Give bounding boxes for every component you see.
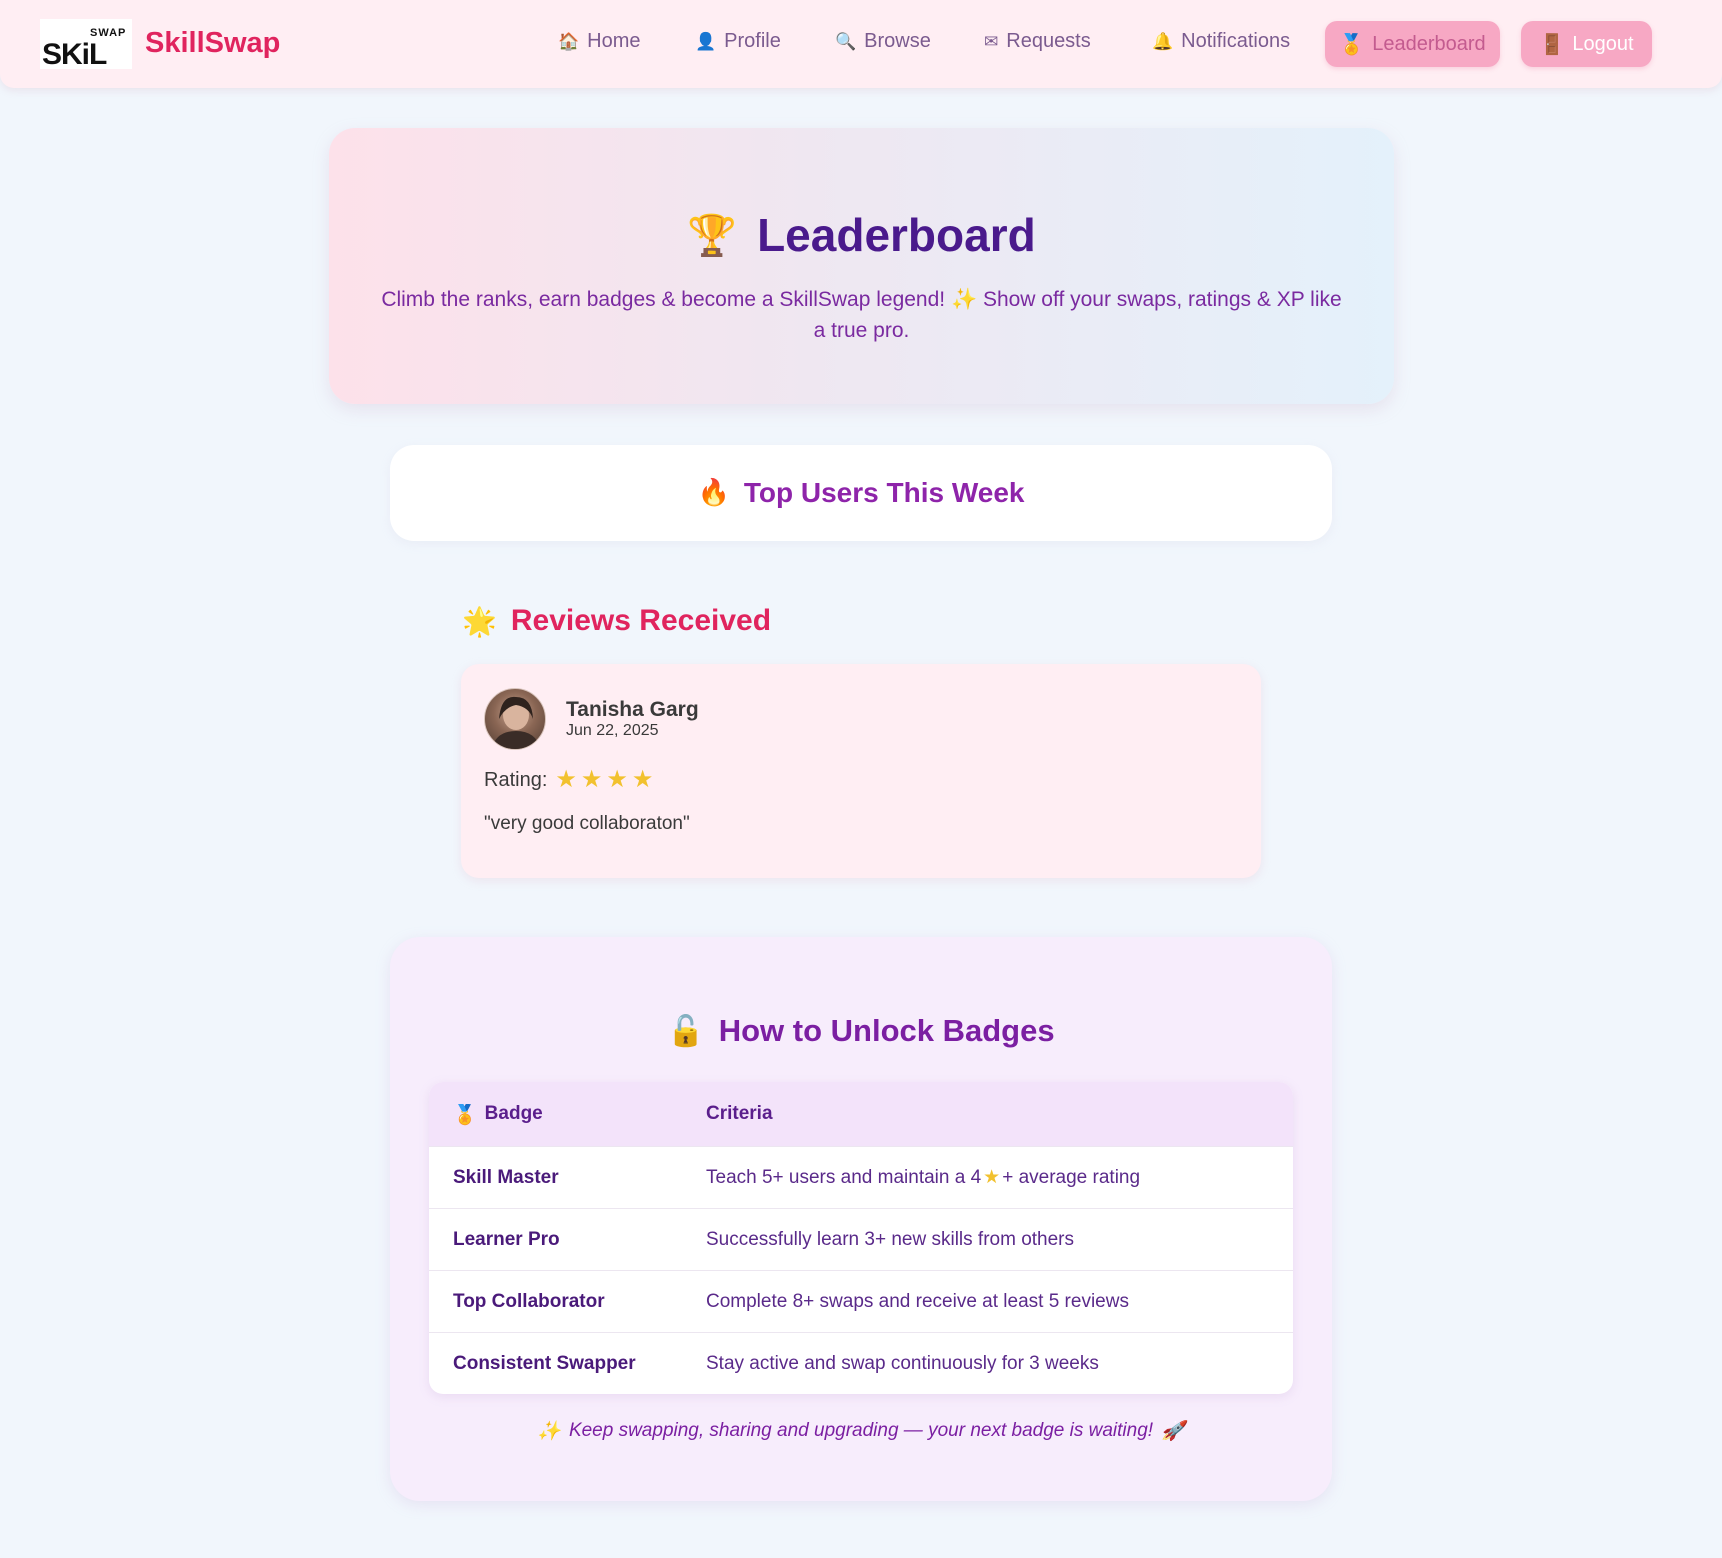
review-text: "very good collaboraton" [484,813,690,834]
hero-section: 🏆 Leaderboard Climb the ranks, earn badg… [329,128,1394,404]
reviews-heading-text: Reviews Received [510,604,772,637]
unlock-icon: 🔓 [667,1013,705,1049]
logo[interactable]: SWAP SKiL [40,19,132,69]
page-title-text: Leaderboard [757,209,1036,261]
envelope-icon: ✉ [984,31,999,52]
medal-icon: 🏅 [1339,32,1365,56]
star-icon: ★ [606,766,628,793]
badges-heading-text: How to Unlock Badges [718,1013,1055,1048]
trophy-icon: 🏆 [687,212,738,259]
sparkle-sun-icon: 🌟 [462,604,497,638]
hero-subtitle: Climb the ranks, earn badges & become a … [381,288,1342,342]
table-row: Consistent Swapper Stay active and swap … [429,1332,1293,1394]
nav-leaderboard-label: Leaderboard [1372,32,1486,55]
top-users-card: 🔥 Top Users This Week [390,445,1332,541]
avatar [484,688,546,750]
star-icon: ★ [631,766,654,793]
review-card: Tanisha Garg Jun 22, 2025 Rating: ★ ★ ★ ★ "… [461,664,1261,878]
nav-home[interactable]: 🏠 Home [558,30,641,53]
nav-notifications[interactable]: 🔔 Notifications [1152,30,1290,53]
page-title: 🏆 Leaderboard [329,208,1394,262]
badge-criteria: Complete 8+ swaps and receive at least 5… [706,1290,1129,1312]
nav-leaderboard-button[interactable]: 🏅 Leaderboard [1325,21,1500,67]
top-users-title: Top Users This Week [743,477,1025,508]
badge-name: Top Collaborator [453,1290,605,1312]
table-header: 🏅 Badge Criteria [429,1082,1293,1146]
rating: Rating: ★ ★ ★ ★ [484,768,653,792]
house-icon: 🏠 [558,31,580,52]
sparkles-icon: ✨ [537,1420,561,1442]
nav-requests[interactable]: ✉ Requests [984,30,1091,53]
logout-button[interactable]: 🚪 Logout [1521,21,1652,67]
badge-name: Skill Master [453,1166,559,1188]
logout-label: Logout [1572,32,1634,55]
svg-text:SKiL: SKiL [42,38,107,69]
badge-name: Consistent Swapper [453,1352,636,1374]
badge-criteria: Stay active and swap continuously for 3 … [706,1352,1099,1374]
column-header-criteria: Criteria [706,1103,773,1124]
badge-name: Learner Pro [453,1228,560,1250]
badge-criteria: Teach 5+ users and maintain a 4 ★ + aver… [706,1166,1293,1189]
table-row: Top Collaborator Complete 8+ swaps and r… [429,1270,1293,1332]
badges-heading: 🔓 How to Unlock Badges [390,1013,1332,1049]
reviews-heading: 🌟 Reviews Received [462,604,771,638]
rating-stars: ★ ★ ★ ★ [555,768,653,792]
nav-profile-label: Profile [724,30,781,52]
badges-footer-note: ✨ Keep swapping, sharing and upgrading —… [390,1419,1332,1443]
badge-criteria: Successfully learn 3+ new skills from ot… [706,1228,1075,1250]
medal-icon: 🏅 [453,1103,477,1126]
nav-notifications-label: Notifications [1181,30,1291,52]
review-date: Jun 22, 2025 [566,722,659,739]
column-header-badge-label: Badge [484,1103,543,1124]
star-icon: ★ [555,766,577,793]
navbar: SWAP SKiL SkillSwap 🏠 Home 👤 Profile 🔍 B… [0,0,1722,88]
table-row: Skill Master Teach 5+ users and maintain… [429,1146,1293,1208]
bell-icon: 🔔 [1152,31,1174,52]
rocket-icon: 🚀 [1161,1420,1185,1442]
user-icon: 👤 [695,31,717,52]
column-header-badge: 🏅 Badge [429,1103,706,1126]
criteria-text-post: + average rating [1002,1166,1141,1188]
rating-label: Rating: [484,768,548,791]
door-icon: 🚪 [1539,32,1565,56]
star-icon: ★ [983,1167,1001,1188]
table-row: Learner Pro Successfully learn 3+ new sk… [429,1208,1293,1270]
search-icon: 🔍 [835,31,857,52]
badges-footer-text: Keep swapping, sharing and upgrading — y… [568,1419,1154,1441]
star-icon: ★ [580,766,603,793]
brand-name[interactable]: SkillSwap [145,27,280,60]
nav-profile[interactable]: 👤 Profile [695,30,781,53]
badge-table: 🏅 Badge Criteria Skill Master Teach 5+ u… [429,1082,1293,1394]
fire-icon: 🔥 [697,478,730,508]
reviewer-name: Tanisha Garg [566,698,699,721]
criteria-text-pre: Teach 5+ users and maintain a 4 [706,1166,982,1188]
nav-home-label: Home [587,30,641,52]
badges-section: 🔓 How to Unlock Badges 🏅 Badge Criteria … [390,937,1332,1501]
nav-requests-label: Requests [1006,30,1091,52]
nav-browse[interactable]: 🔍 Browse [835,30,931,53]
nav-browse-label: Browse [864,30,931,52]
